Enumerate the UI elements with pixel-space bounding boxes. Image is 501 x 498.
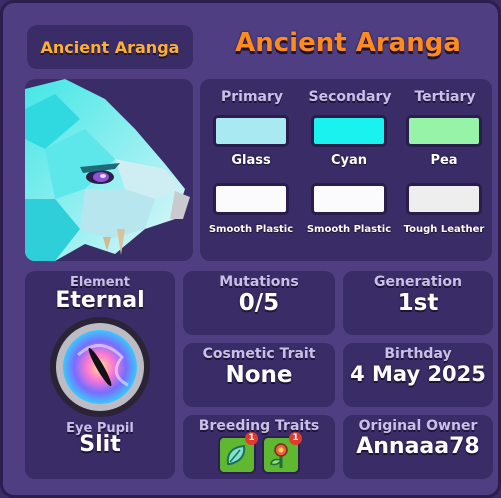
element-value: Eternal bbox=[55, 288, 145, 313]
swatch-tertiary-1[interactable] bbox=[406, 115, 482, 147]
cosmetic-trait-value: None bbox=[225, 362, 293, 388]
eye-pupil-value: Slit bbox=[79, 432, 121, 457]
mutations-label: Mutations bbox=[219, 274, 299, 290]
column-primary: Primary bbox=[220, 89, 284, 105]
column-tertiary: Tertiary bbox=[414, 89, 476, 105]
breeding-trait-2[interactable]: 1 bbox=[262, 432, 302, 474]
element-panel: Element Eternal Eye Pupil Slit bbox=[25, 271, 175, 479]
birthday-panel: Birthday 4 May 2025 bbox=[343, 343, 493, 407]
birthday-value: 4 May 2025 bbox=[350, 362, 486, 386]
generation-label: Generation bbox=[374, 274, 462, 290]
swatch-secondary-2[interactable] bbox=[311, 183, 387, 215]
breeding-trait-1[interactable]: 1 bbox=[218, 432, 258, 474]
creature-portrait bbox=[25, 79, 193, 261]
creature-portrait-image bbox=[25, 79, 190, 261]
material-tertiary-2: Tough Leather bbox=[403, 224, 485, 235]
cosmetic-trait-label: Cosmetic Trait bbox=[202, 346, 316, 362]
swatch-primary-1[interactable] bbox=[213, 115, 289, 147]
swatch-secondary-1[interactable] bbox=[311, 115, 387, 147]
mutations-value: 0/5 bbox=[238, 290, 280, 316]
generation-panel: Generation 1st bbox=[343, 271, 493, 335]
swatch-primary-2[interactable] bbox=[213, 183, 289, 215]
material-primary-2: Smooth Plastic bbox=[208, 224, 294, 235]
material-tertiary-1: Pea bbox=[430, 153, 458, 168]
trait-badge-2: 1 bbox=[289, 432, 302, 445]
eye-icon bbox=[50, 317, 150, 417]
mutations-panel: Mutations 0/5 bbox=[183, 271, 335, 335]
creature-info-window: Ancient Aranga Ancient Aranga Primary Se… bbox=[0, 0, 501, 498]
original-owner-value: Annaaa78 bbox=[356, 434, 480, 459]
breeding-traits-panel: Breeding Traits 1 1 bbox=[183, 415, 335, 479]
column-secondary: Secondary bbox=[308, 89, 392, 105]
material-secondary-2: Smooth Plastic bbox=[306, 224, 392, 235]
material-primary-1: Glass bbox=[231, 153, 271, 168]
original-owner-panel: Original Owner Annaaa78 bbox=[343, 415, 493, 479]
name-tag-label: Ancient Aranga bbox=[40, 37, 180, 57]
name-tag: Ancient Aranga bbox=[27, 25, 193, 69]
birthday-label: Birthday bbox=[384, 346, 452, 362]
swatch-tertiary-2[interactable] bbox=[406, 183, 482, 215]
material-secondary-1: Cyan bbox=[330, 153, 368, 168]
creature-title: Ancient Aranga bbox=[235, 28, 461, 58]
trait-badge-1: 1 bbox=[245, 432, 258, 445]
generation-value: 1st bbox=[397, 290, 439, 316]
original-owner-label: Original Owner bbox=[358, 418, 478, 434]
cosmetic-trait-panel: Cosmetic Trait None bbox=[183, 343, 335, 407]
breeding-traits-label: Breeding Traits bbox=[198, 418, 320, 434]
